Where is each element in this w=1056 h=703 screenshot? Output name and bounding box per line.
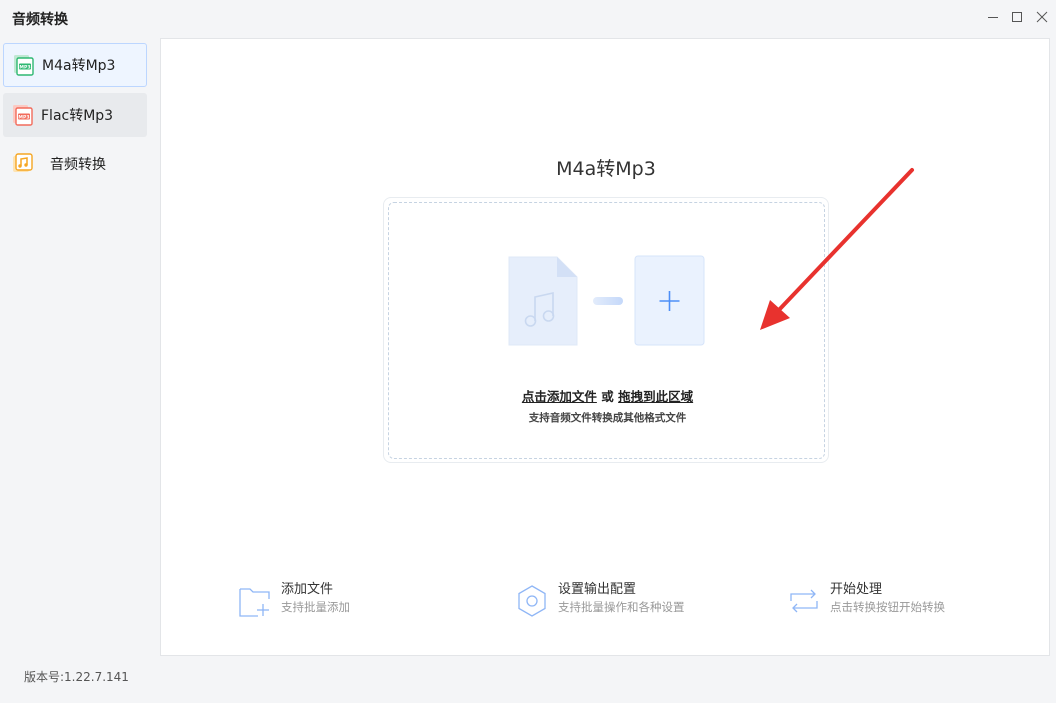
sidebar-item-audio-convert[interactable]: 音频转换 — [3, 142, 147, 186]
add-folder-icon — [238, 584, 272, 618]
sidebar-item-label: Flac转Mp3 — [41, 108, 114, 124]
sidebar-item-m4a-to-mp3[interactable]: MP3 M4a转Mp3 — [3, 43, 147, 87]
close-button[interactable] — [1029, 4, 1055, 30]
feature-start-processing[interactable]: 开始处理 点击转换按钮开始转换 — [787, 582, 945, 622]
svg-text:MP3: MP3 — [18, 114, 29, 120]
drop-subtitle: 支持音频文件转换成其他格式文件 — [528, 412, 687, 424]
sidebar-item-label: 音频转换 — [50, 157, 106, 173]
app-title: 音频转换 — [12, 12, 68, 28]
svg-text:MP3: MP3 — [19, 64, 30, 70]
page-title: M4a转Mp3 — [556, 158, 656, 180]
feature-desc: 支持批量添加 — [281, 600, 350, 614]
close-icon — [1036, 11, 1048, 23]
title-bar: 音频转换 — [0, 0, 1056, 36]
feature-title: 添加文件 — [281, 582, 334, 597]
sidebar-item-flac-to-mp3[interactable]: MP3 Flac转Mp3 — [3, 93, 147, 137]
drop-illustration — [507, 255, 707, 347]
mp3-file-icon: MP3 — [12, 104, 34, 126]
feature-desc: 支持批量操作和各种设置 — [558, 600, 685, 614]
drop-instruction: 点击添加文件 或 拖拽到此区域 — [389, 386, 826, 405]
feature-add-files[interactable]: 添加文件 支持批量添加 — [238, 582, 350, 622]
version-label: 版本号:1.22.7.141 — [24, 670, 129, 684]
maximize-icon — [1012, 12, 1022, 22]
minimize-button[interactable] — [980, 4, 1006, 30]
sidebar-item-label: M4a转Mp3 — [42, 58, 116, 74]
minimize-icon — [988, 17, 998, 18]
drop-zone[interactable]: 点击添加文件 或 拖拽到此区域 支持音频文件转换成其他格式文件 — [388, 202, 825, 459]
maximize-button[interactable] — [1004, 4, 1030, 30]
add-file-link[interactable]: 点击添加文件 — [522, 389, 597, 404]
feature-title: 设置输出配置 — [558, 582, 637, 597]
convert-cycle-icon — [787, 584, 821, 618]
mp3-file-icon: MP3 — [13, 54, 35, 76]
music-convert-icon — [12, 153, 34, 175]
settings-gear-icon — [515, 584, 549, 618]
or-text: 或 — [601, 389, 614, 404]
feature-desc: 点击转换按钮开始转换 — [830, 600, 945, 614]
sidebar: MP3 M4a转Mp3 MP3 Flac转Mp3 音频转换 版本号:1.22.7… — [0, 36, 160, 703]
feature-title: 开始处理 — [830, 582, 883, 597]
main-panel: M4a转Mp3 点击添加文件 或 拖拽到此区域 支持音频文件转换成其他格式文件 … — [160, 38, 1050, 656]
feature-output-settings[interactable]: 设置输出配置 支持批量操作和各种设置 — [515, 582, 685, 622]
drag-area-link[interactable]: 拖拽到此区域 — [618, 389, 693, 404]
